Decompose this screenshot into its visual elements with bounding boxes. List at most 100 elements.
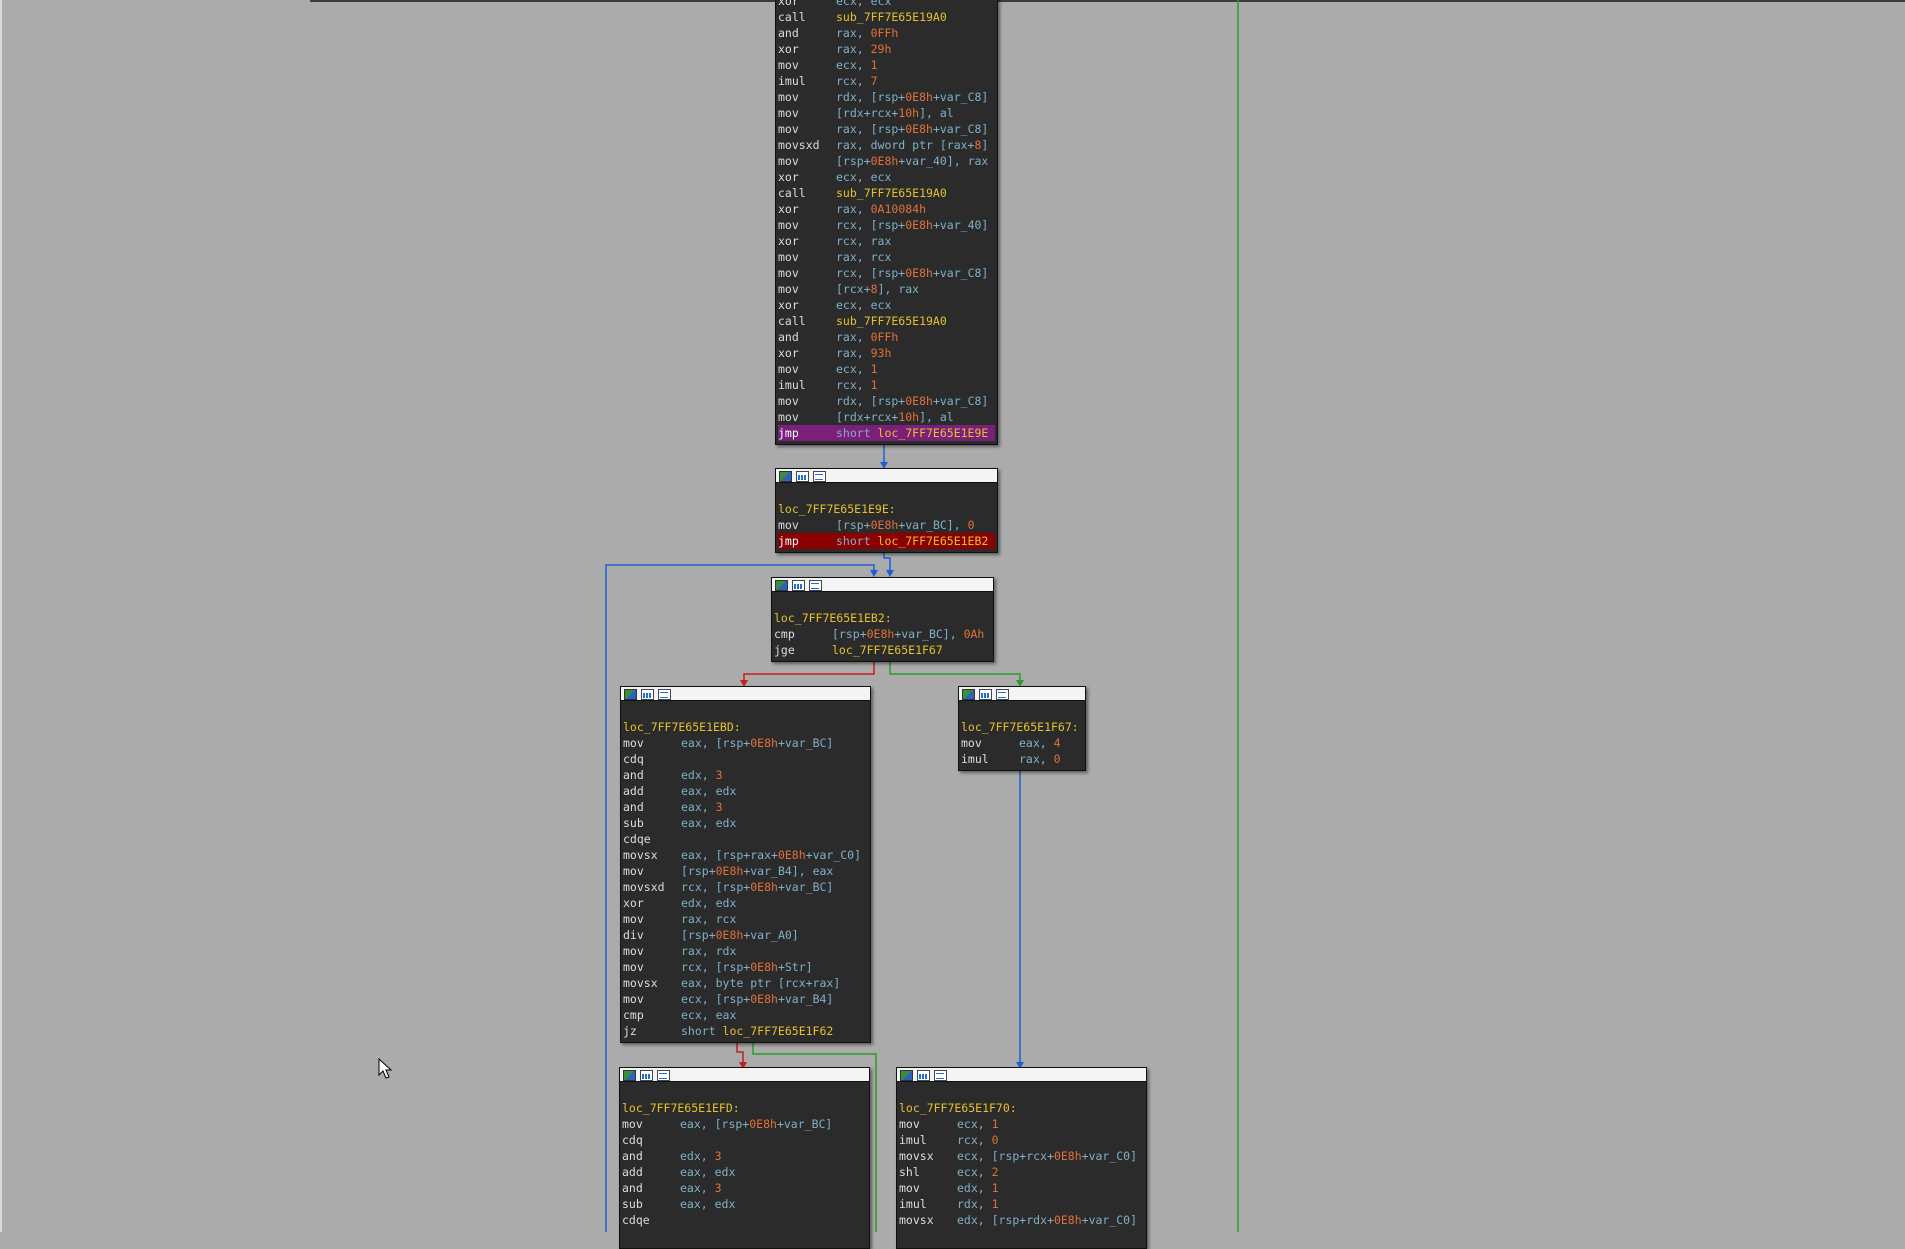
instruction-line[interactable]: mov rax, rcx <box>623 911 868 927</box>
instruction-line[interactable]: imul rcx, 7 <box>778 73 995 89</box>
instruction-line[interactable]: imul rax, 0 <box>961 751 1083 767</box>
text-view-icon[interactable] <box>658 689 671 700</box>
graph-color-icon[interactable] <box>779 471 792 482</box>
text-view-icon[interactable] <box>809 580 822 591</box>
instruction-line[interactable]: movsx eax, byte ptr [rcx+rax] <box>623 975 868 991</box>
instruction-line[interactable]: cmp ecx, eax <box>623 1007 868 1023</box>
code-block-1e9e[interactable]: loc_7FF7E65E1E9E: mov [rsp+0E8h+var_BC], 0… <box>775 468 998 553</box>
block-label[interactable]: loc_7FF7E65E1E9E: <box>778 501 995 517</box>
instruction-line[interactable]: mov ecx, [rsp+0E8h+var_B4] <box>623 991 868 1007</box>
instruction-line[interactable]: mov rax, [rsp+0E8h+var_C8] <box>778 121 995 137</box>
instruction-line[interactable]: mov rdx, [rsp+0E8h+var_C8] <box>778 89 995 105</box>
instruction-line[interactable]: call sub_7FF7E65E19A0 <box>778 9 995 25</box>
chart-icon[interactable] <box>792 580 805 591</box>
chart-icon[interactable] <box>641 689 654 700</box>
instruction-line[interactable]: mov [rdx+rcx+10h], al <box>778 409 995 425</box>
chart-icon[interactable] <box>640 1070 653 1081</box>
instruction-line[interactable]: and edx, 3 <box>622 1148 867 1164</box>
instruction-line[interactable]: jmp short loc_7FF7E65E1E9E <box>778 425 995 441</box>
instruction-line[interactable]: and eax, 3 <box>623 799 868 815</box>
instruction-line[interactable]: mov [rsp+0E8h+var_BC], 0 <box>778 517 995 533</box>
block-label[interactable]: loc_7FF7E65E1EBD: <box>623 719 868 735</box>
code-block-1f70[interactable]: loc_7FF7E65E1F70: mov ecx, 1 imul rcx, 0 movs… <box>896 1067 1147 1249</box>
instruction-line[interactable]: cdq <box>622 1132 867 1148</box>
text-view-icon[interactable] <box>934 1070 947 1081</box>
block-label[interactable]: loc_7FF7E65E1EFD: <box>622 1100 867 1116</box>
instruction-line[interactable]: mov [rsp+0E8h+var_B4], eax <box>623 863 868 879</box>
block-label[interactable]: loc_7FF7E65E1EB2: <box>774 610 991 626</box>
instruction-line[interactable]: sub eax, edx <box>623 815 868 831</box>
instruction-line[interactable]: imul rcx, 1 <box>778 377 995 393</box>
instruction-line[interactable]: mov rax, rcx <box>778 249 995 265</box>
text-view-icon[interactable] <box>657 1070 670 1081</box>
instruction-line[interactable]: mov eax, [rsp+0E8h+var_BC] <box>623 735 868 751</box>
instruction-line[interactable]: cdqe <box>622 1212 867 1228</box>
instruction-line[interactable]: xor ecx, ecx <box>778 0 995 9</box>
instruction-line[interactable]: movsx edx, [rsp+rdx+0E8h+var_C0] <box>899 1212 1144 1228</box>
instruction-line[interactable]: cmp [rsp+0E8h+var_BC], 0Ah <box>774 626 991 642</box>
instruction-line[interactable]: jmp short loc_7FF7E65E1EB2 <box>778 533 995 549</box>
instruction-line[interactable]: mov ecx, 1 <box>778 57 995 73</box>
instruction-line[interactable]: jz short loc_7FF7E65E1F62 <box>623 1023 868 1039</box>
instruction-line[interactable]: movsxd rcx, [rsp+0E8h+var_BC] <box>623 879 868 895</box>
instruction-line[interactable]: mov [rsp+0E8h+var_40], rax <box>778 153 995 169</box>
instruction-line[interactable]: and eax, 3 <box>622 1180 867 1196</box>
graph-color-icon[interactable] <box>623 1070 636 1081</box>
chart-icon[interactable] <box>979 689 992 700</box>
instruction-line[interactable]: mov ecx, 1 <box>778 361 995 377</box>
instruction-line[interactable]: cdq <box>623 751 868 767</box>
block-label[interactable]: loc_7FF7E65E1F70: <box>899 1100 1144 1116</box>
instruction-line[interactable]: and edx, 3 <box>623 767 868 783</box>
code-block-1ebd[interactable]: loc_7FF7E65E1EBD: mov eax, [rsp+0E8h+var_B… <box>620 686 871 1043</box>
instruction-line[interactable]: xor rcx, rax <box>778 233 995 249</box>
instruction-line[interactable]: mov rcx, [rsp+0E8h+Str] <box>623 959 868 975</box>
text-view-icon[interactable] <box>813 471 826 482</box>
instruction-line[interactable]: imul rdx, 1 <box>899 1196 1144 1212</box>
instruction-line[interactable]: mov eax, 4 <box>961 735 1083 751</box>
instruction-line[interactable]: movsx eax, [rsp+rax+0E8h+var_C0] <box>623 847 868 863</box>
graph-color-icon[interactable] <box>775 580 788 591</box>
text-view-icon[interactable] <box>996 689 1009 700</box>
instruction-line[interactable]: xor rax, 93h <box>778 345 995 361</box>
instruction-line[interactable]: mov eax, [rsp+0E8h+var_BC] <box>622 1116 867 1132</box>
block-label[interactable]: loc_7FF7E65E1F67: <box>961 719 1083 735</box>
instruction-line[interactable]: imul rcx, 0 <box>899 1132 1144 1148</box>
instruction-line[interactable]: mov edx, 1 <box>899 1180 1144 1196</box>
instruction-line[interactable]: cdqe <box>623 831 868 847</box>
instruction-line[interactable]: xor rax, 0A10084h <box>778 201 995 217</box>
instruction-line[interactable]: add eax, edx <box>622 1164 867 1180</box>
instruction-line[interactable]: and rax, 0FFh <box>778 329 995 345</box>
instruction-line[interactable]: jge loc_7FF7E65E1F67 <box>774 642 991 658</box>
code-block-top[interactable]: xor ecx, ecx call sub_7FF7E65E19A0 and rax, 0… <box>775 0 998 445</box>
chart-icon[interactable] <box>796 471 809 482</box>
code-block-1f67[interactable]: loc_7FF7E65E1F67: mov eax, 4 imul rax, 0 <box>958 686 1086 771</box>
instruction-line[interactable]: movsx ecx, [rsp+rcx+0E8h+var_C0] <box>899 1148 1144 1164</box>
instruction-line[interactable]: movsxd rax, dword ptr [rax+8] <box>778 137 995 153</box>
graph-color-icon[interactable] <box>624 689 637 700</box>
instruction-line[interactable]: and rax, 0FFh <box>778 25 995 41</box>
instruction-line[interactable]: call sub_7FF7E65E19A0 <box>778 185 995 201</box>
block-header <box>897 1068 1146 1082</box>
graph-color-icon[interactable] <box>900 1070 913 1081</box>
instruction-line[interactable]: mov rdx, [rsp+0E8h+var_C8] <box>778 393 995 409</box>
instruction-line[interactable]: mov [rdx+rcx+10h], al <box>778 105 995 121</box>
instruction-line[interactable]: shl ecx, 2 <box>899 1164 1144 1180</box>
instruction-line[interactable]: mov rax, rdx <box>623 943 868 959</box>
instruction-line[interactable]: xor edx, edx <box>623 895 868 911</box>
instruction-line[interactable]: xor ecx, ecx <box>778 297 995 313</box>
instruction-line[interactable]: mov rcx, [rsp+0E8h+var_40] <box>778 217 995 233</box>
instruction-line[interactable]: div [rsp+0E8h+var_A0] <box>623 927 868 943</box>
chart-icon[interactable] <box>917 1070 930 1081</box>
instruction-line[interactable]: sub eax, edx <box>622 1196 867 1212</box>
operands: [rdx+rcx+10h], al <box>836 410 954 424</box>
instruction-line[interactable]: mov [rcx+8], rax <box>778 281 995 297</box>
instruction-line[interactable]: xor rax, 29h <box>778 41 995 57</box>
instruction-line[interactable]: add eax, edx <box>623 783 868 799</box>
instruction-line[interactable]: mov ecx, 1 <box>899 1116 1144 1132</box>
instruction-line[interactable]: call sub_7FF7E65E19A0 <box>778 313 995 329</box>
code-block-1efd[interactable]: loc_7FF7E65E1EFD: mov eax, [rsp+0E8h+var_B… <box>619 1067 870 1249</box>
code-block-1eb2[interactable]: loc_7FF7E65E1EB2: cmp [rsp+0E8h+var_BC], 0… <box>771 577 994 662</box>
instruction-line[interactable]: mov rcx, [rsp+0E8h+var_C8] <box>778 265 995 281</box>
graph-color-icon[interactable] <box>962 689 975 700</box>
instruction-line[interactable]: xor ecx, ecx <box>778 169 995 185</box>
